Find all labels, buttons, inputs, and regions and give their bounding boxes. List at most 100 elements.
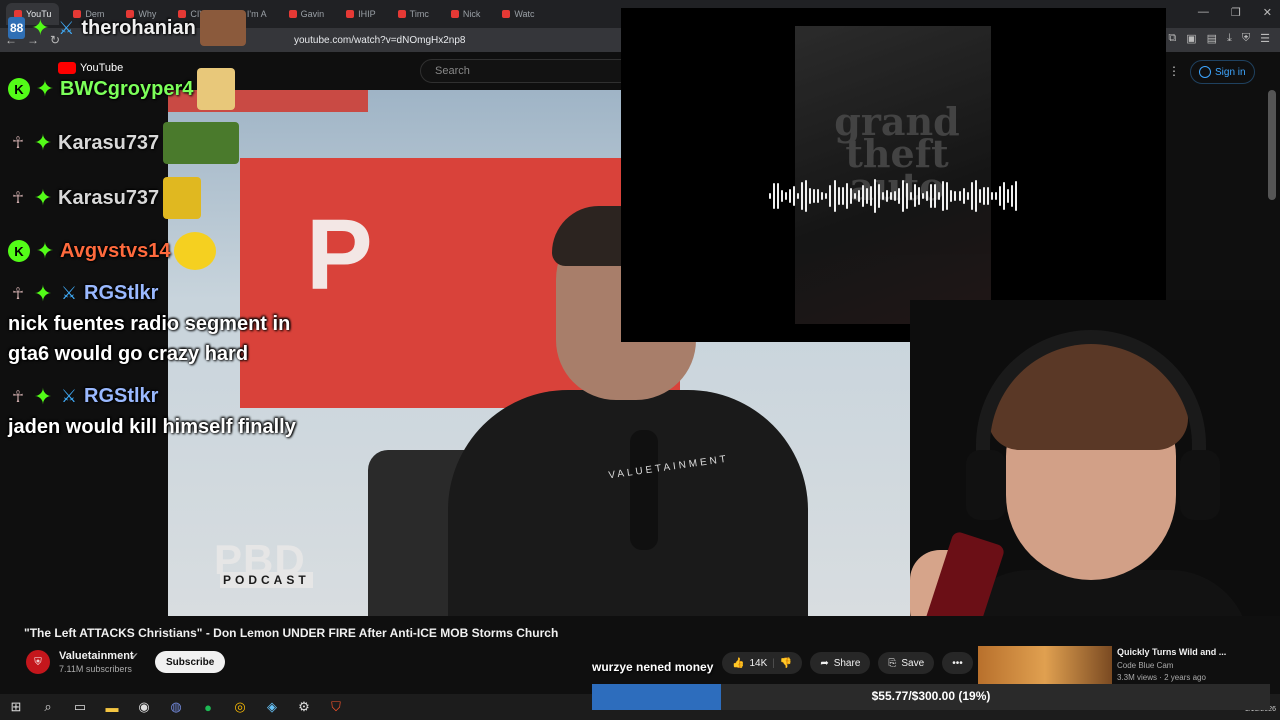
search-icon[interactable]: ⌕ <box>32 694 64 720</box>
subscriber-count: 7.11M subscribers <box>59 664 132 674</box>
menu-icon[interactable]: ☰ <box>1260 32 1270 45</box>
extension-icon[interactable]: ⧉ <box>1168 32 1176 45</box>
channel-name[interactable]: Valuetainment <box>59 650 134 662</box>
recommended-thumbnail[interactable] <box>978 646 1112 686</box>
waveform-bar <box>797 192 800 200</box>
chrome-icon[interactable]: ◎ <box>224 694 256 720</box>
waveform-bar <box>849 188 852 204</box>
video-actions: 👍 14K | 👎 ➦ Share ⎘ Save ••• <box>722 652 973 674</box>
subscribe-button[interactable]: Subscribe <box>155 651 226 673</box>
tab-label: IHIP <box>358 9 376 19</box>
man-badge-icon: ☥ <box>12 285 24 303</box>
tab-label: Nick <box>462 9 481 19</box>
diamond-badge-icon: ✦ <box>35 238 55 263</box>
waveform-bar <box>894 190 896 202</box>
waveform-bar <box>982 187 985 205</box>
waveform-bar <box>813 189 816 203</box>
youtube-favicon-icon <box>397 10 406 18</box>
chat-username: therohanian <box>81 16 196 39</box>
waveform-bar <box>1006 188 1009 204</box>
waveform-bar <box>918 187 921 205</box>
sword-badge-icon: ⚔ <box>60 386 78 406</box>
obs-icon[interactable]: ◉ <box>128 694 160 720</box>
waveform-bar <box>785 192 788 200</box>
chat-overlay: 88 ✦ ⚔ therohanian K ✦ BWCgroyper4 ☥ ✦ K… <box>0 0 340 460</box>
share-label: Share <box>833 657 861 669</box>
recommended-channel: Code Blue Cam <box>1117 661 1174 670</box>
account-icon <box>1199 66 1211 78</box>
wallet-icon[interactable]: ▤ <box>1207 32 1217 45</box>
file-explorer-icon[interactable]: ▬ <box>96 694 128 720</box>
save-label: Save <box>901 657 925 669</box>
game-cover-art: grand theft auto <box>795 26 991 324</box>
spotify-icon[interactable]: ● <box>192 694 224 720</box>
sword-badge-icon: ⚔ <box>60 283 78 303</box>
microphone <box>630 430 658 550</box>
sign-in-button[interactable]: Sign in <box>1190 60 1255 84</box>
pbd-watermark-sub: PODCAST <box>220 572 313 588</box>
chat-message: ☥ ✦ ⚔ RGStlkr <box>8 385 158 408</box>
page-scrollbar[interactable] <box>1268 90 1276 200</box>
browser-tab[interactable]: IHIP <box>338 3 384 25</box>
diamond-badge-icon: ✦ <box>33 130 53 155</box>
kick-badge-icon: K <box>8 78 30 100</box>
waveform-bar <box>922 192 925 200</box>
steam-icon[interactable]: ◈ <box>256 694 288 720</box>
waveform-bar <box>962 188 965 204</box>
download-icon[interactable]: ⤓ <box>1227 32 1232 45</box>
recommended-title[interactable]: Quickly Turns Wild and ... <box>1117 647 1226 657</box>
verified-icon: ✔ <box>131 651 139 661</box>
share-button[interactable]: ➦ Share <box>810 652 871 674</box>
waveform-bar <box>926 190 929 202</box>
tab-label: Timc <box>409 9 429 19</box>
waveform-bar <box>781 190 784 202</box>
save-button[interactable]: ⎘ Save <box>878 652 935 674</box>
waveform-bar <box>873 179 876 213</box>
waveform-bar <box>1014 181 1017 211</box>
emote-icon <box>199 10 246 46</box>
waveform-bar <box>950 190 953 202</box>
sidebar-icon[interactable]: ▣ <box>1186 32 1196 45</box>
video-title: "The Left ATTACKS Christians" - Don Lemo… <box>24 626 559 640</box>
chat-username: Karasu737 <box>58 186 160 209</box>
waveform-bar <box>970 181 973 211</box>
more-actions-button[interactable]: ••• <box>942 652 973 674</box>
waveform-bar <box>906 182 909 210</box>
diamond-badge-icon: ✦ <box>35 76 55 101</box>
maximize-icon[interactable]: ❐ <box>1231 6 1241 19</box>
brave-icon[interactable]: ⛉ <box>320 694 352 720</box>
chat-message: 88 ✦ ⚔ therohanian <box>8 10 246 46</box>
channel-avatar[interactable]: ⛨ <box>26 650 50 674</box>
chat-username: Karasu737 <box>58 131 160 154</box>
audio-waveform <box>769 178 1019 214</box>
browser-tab[interactable]: Timc <box>390 3 437 25</box>
waveform-bar <box>986 187 989 205</box>
brave-shield-icon[interactable]: ⛨ <box>1242 32 1250 45</box>
close-icon[interactable]: ✕ <box>1263 6 1272 19</box>
windows-icon[interactable]: ⊞ <box>0 694 32 720</box>
chat-message: K ✦ Avgvstvs14 <box>8 232 217 270</box>
recommended-video[interactable]: Quickly Turns Wild and ... Code Blue Cam… <box>978 646 1278 686</box>
waveform-bar <box>902 180 905 212</box>
waveform-bar <box>861 184 864 208</box>
waveform-bar <box>898 187 901 205</box>
discord-icon[interactable]: ◍ <box>160 694 192 720</box>
waveform-bar <box>789 189 792 203</box>
waveform-bar <box>934 184 937 208</box>
more-options-icon[interactable]: ⋮ <box>1168 64 1180 78</box>
diamond-badge-icon: ✦ <box>33 185 53 210</box>
chat-message-text: jaden would kill himself finally <box>8 416 296 438</box>
emote-icon <box>163 177 202 219</box>
minimize-icon[interactable]: — <box>1198 6 1209 19</box>
settings-icon[interactable]: ⚙ <box>288 694 320 720</box>
browser-tab[interactable]: Nick <box>443 3 489 25</box>
waveform-bar <box>942 181 945 211</box>
browser-tab[interactable]: Watc <box>494 3 542 25</box>
waveform-bar <box>974 179 977 213</box>
like-button[interactable]: 👍 14K | 👎 <box>722 652 803 674</box>
headphones <box>976 330 1206 510</box>
donation-goal-bar: $55.77/$300.00 (19%) <box>592 684 1270 710</box>
donation-message: wurzye nened money <box>592 660 714 674</box>
thumbs-down-icon[interactable]: 👎 <box>780 658 792 669</box>
task-view-icon[interactable]: ▭ <box>64 694 96 720</box>
